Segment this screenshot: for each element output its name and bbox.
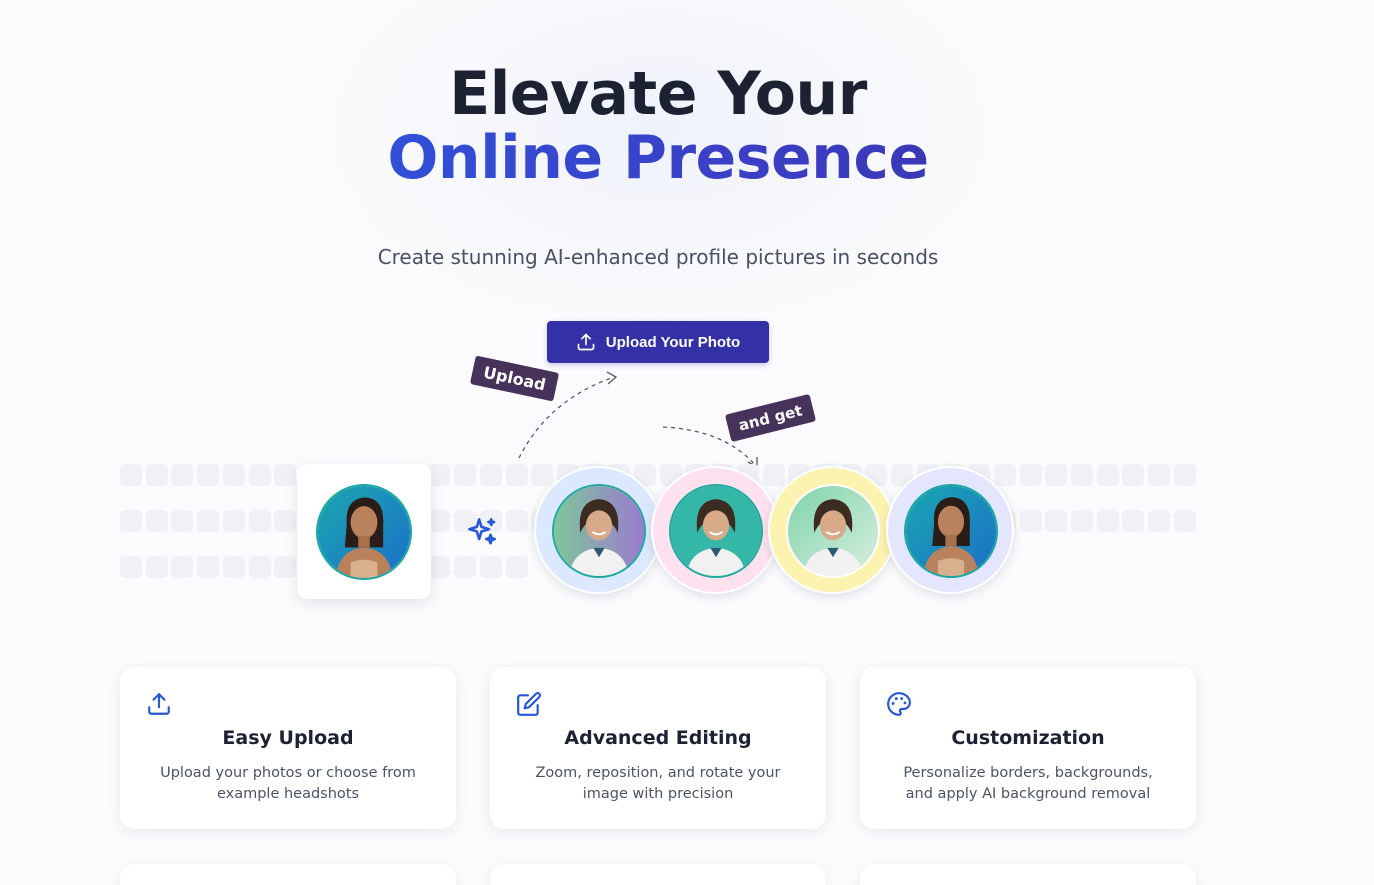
background-tile [428, 510, 451, 532]
edit-icon [517, 692, 541, 716]
background-tile [171, 510, 194, 532]
background-tile [120, 464, 142, 486]
background-tile [1019, 510, 1042, 532]
feature-title: Easy Upload [222, 727, 354, 749]
feature-title: Advanced Editing [564, 727, 752, 749]
feature-card-partial [860, 864, 1196, 885]
result-ring-2 [651, 466, 779, 594]
background-tile [171, 556, 194, 578]
feature-card-easy-upload: Easy Upload Upload your photos or choose… [120, 667, 456, 829]
background-tile [1096, 464, 1119, 486]
background-tile [197, 510, 220, 532]
background-tile [145, 510, 168, 532]
upload-photo-button-label: Upload Your Photo [605, 333, 741, 351]
background-tile [505, 556, 528, 578]
hero-title: Elevate Your Online Presence [0, 62, 1316, 190]
hero-title-line1: Elevate Your [449, 59, 867, 129]
feature-description: Personalize borders, backgrounds, and ap… [903, 765, 1153, 802]
background-tile [274, 510, 297, 532]
feature-card-partial [490, 864, 826, 885]
background-tile [505, 464, 528, 486]
background-tile [1122, 464, 1145, 486]
background-tile [274, 556, 297, 578]
background-tile [222, 510, 245, 532]
background-tile [120, 556, 142, 578]
background-tile [762, 464, 785, 486]
feature-card-advanced-editing: Advanced Editing Zoom, reposition, and r… [490, 667, 826, 829]
background-tile [1122, 510, 1145, 532]
feature-description: Zoom, reposition, and rotate your image … [535, 765, 781, 802]
feature-title: Customization [951, 727, 1105, 749]
background-tile [1173, 464, 1196, 486]
background-tile [454, 556, 477, 578]
result-avatar-1 [552, 484, 646, 578]
feature-card-partial [120, 864, 456, 885]
background-tile [428, 556, 451, 578]
result-ring-1 [534, 466, 662, 594]
sparkles-icon [467, 517, 497, 545]
background-tile [1045, 464, 1068, 486]
background-tile [248, 556, 271, 578]
background-tile [248, 464, 271, 486]
background-tile [479, 464, 502, 486]
feature-description: Upload your photos or choose from exampl… [160, 765, 416, 802]
background-tile [145, 464, 168, 486]
upload-tag: Upload [469, 355, 560, 402]
background-tile [531, 464, 554, 486]
background-tile [1070, 510, 1093, 532]
result-avatar-4 [904, 484, 998, 578]
background-tile [1019, 464, 1042, 486]
background-tile [197, 464, 220, 486]
background-tile [120, 510, 142, 532]
background-tile [248, 510, 271, 532]
original-photo-card [297, 464, 431, 599]
result-avatar-3 [786, 484, 880, 578]
background-tile [1148, 510, 1170, 532]
background-tile [1045, 510, 1068, 532]
hero-subtitle: Create stunning AI-enhanced profile pict… [377, 245, 939, 269]
background-tile [197, 556, 220, 578]
upload-photo-button[interactable]: Upload Your Photo [547, 321, 769, 363]
result-avatar-2 [669, 484, 763, 578]
background-tile [1070, 464, 1093, 486]
background-tile [1173, 510, 1196, 532]
background-tile [222, 464, 245, 486]
hero-title-line2: Online Presence [0, 126, 1316, 190]
background-tile [171, 464, 194, 486]
background-tile [454, 464, 477, 486]
background-tile [479, 556, 502, 578]
result-ring-4 [886, 466, 1014, 594]
background-tile [505, 510, 528, 532]
and-get-tag: and get [724, 393, 816, 443]
background-tile [428, 464, 451, 486]
background-tile [274, 464, 297, 486]
background-tile [222, 556, 245, 578]
palette-icon [887, 692, 911, 716]
background-tile [993, 464, 1016, 486]
background-tile [1148, 464, 1170, 486]
feature-card-customization: Customization Personalize borders, backg… [860, 667, 1196, 829]
upload-icon [577, 333, 595, 351]
upload-icon [148, 693, 170, 715]
background-tile [145, 556, 168, 578]
background-tile [1096, 510, 1119, 532]
result-ring-3 [768, 466, 896, 594]
original-avatar [316, 484, 412, 580]
